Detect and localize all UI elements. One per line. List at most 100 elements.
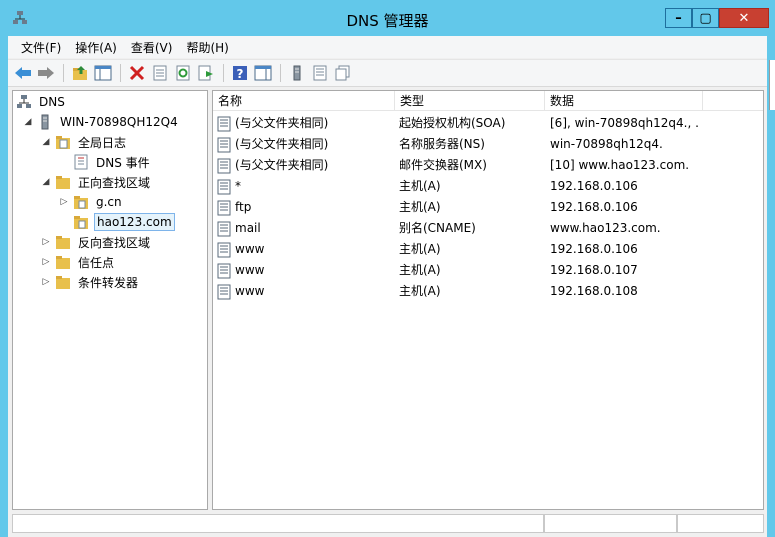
toolbar-separator: [120, 64, 121, 82]
record-icon: [217, 242, 231, 257]
tree-node-zone-hao123[interactable]: hao123.com: [73, 212, 175, 232]
tree-label: 条件转发器: [78, 275, 139, 290]
tree-node-dns[interactable]: DNS: [16, 92, 67, 112]
menu-view[interactable]: 查看(V): [124, 39, 180, 56]
server-icon: [293, 65, 301, 81]
up-one-level-button[interactable]: [69, 62, 91, 84]
folder-icon: [55, 174, 71, 190]
tree-node-server[interactable]: ◢ WIN-70898QH12Q4: [22, 112, 180, 132]
console-tree[interactable]: DNS ◢ WIN-70898QH12Q4 ◢ 全局日志 DNS 事件 ◢ 正向…: [12, 90, 208, 510]
delete-icon: [129, 65, 145, 81]
record-icon: [217, 116, 231, 131]
record-row[interactable]: (与父文件夹相同) 名称服务器(NS) win-70898qh12q4.: [213, 134, 763, 155]
expand-icon[interactable]: ▷: [40, 256, 52, 268]
status-bar: [12, 512, 764, 533]
column-data[interactable]: 数据: [545, 91, 703, 111]
record-name: mail: [235, 221, 261, 235]
close-button[interactable]: ✕: [719, 8, 769, 28]
record-data: 192.168.0.106: [550, 200, 638, 214]
record-row[interactable]: www 主机(A) 192.168.0.106: [213, 239, 763, 260]
minimize-icon: –: [675, 10, 682, 26]
record-icon: [217, 221, 231, 236]
forward-button[interactable]: [35, 62, 57, 84]
zone-list-button[interactable]: [309, 62, 331, 84]
record-icon: [217, 137, 231, 152]
show-hide-console-tree-button[interactable]: [92, 62, 114, 84]
expand-icon[interactable]: ▷: [40, 236, 52, 248]
zone-icon: [73, 194, 89, 210]
back-button[interactable]: [12, 62, 34, 84]
toolbar-separator: [280, 64, 281, 82]
close-icon: ✕: [738, 10, 750, 26]
tree-label: 反向查找区域: [78, 235, 151, 250]
folder-icon: [55, 234, 71, 250]
record-row[interactable]: (与父文件夹相同) 起始授权机构(SOA) [6], win-70898qh12…: [213, 113, 763, 134]
column-name[interactable]: 名称: [213, 91, 395, 111]
tree-node-conditional-forwarders[interactable]: ▷ 条件转发器: [40, 272, 140, 292]
copy-button[interactable]: [332, 62, 354, 84]
background-window: [769, 60, 775, 110]
column-type[interactable]: 类型: [395, 91, 545, 111]
tree-node-global-logs[interactable]: ◢ 全局日志: [40, 132, 128, 152]
tree-node-forward-lookup-zones[interactable]: ◢ 正向查找区域: [40, 172, 152, 192]
server-button[interactable]: [286, 62, 308, 84]
properties-button[interactable]: [149, 62, 171, 84]
status-segment-middle: [544, 514, 677, 533]
menu-file[interactable]: 文件(F): [14, 39, 68, 56]
up-folder-icon: [73, 66, 87, 80]
tree-label: hao123.com: [94, 213, 175, 231]
column-header: 名称 类型 数据: [213, 91, 763, 111]
expand-icon[interactable]: ▷: [40, 276, 52, 288]
refresh-button[interactable]: [172, 62, 194, 84]
back-arrow-icon: [15, 67, 31, 79]
help-icon: ?: [233, 66, 247, 81]
folder-icon: [55, 274, 71, 290]
copy-icon: [335, 65, 350, 81]
record-data: [6], win-70898qh12q4., ...: [550, 116, 700, 130]
tree-node-dns-events[interactable]: DNS 事件: [73, 152, 152, 172]
maximize-icon: ▢: [699, 10, 712, 26]
expand-icon[interactable]: ▷: [58, 196, 70, 208]
dns-root-icon: [16, 94, 32, 110]
zone-icon: [73, 214, 89, 230]
records-list[interactable]: 名称 类型 数据 (与父文件夹相同) 起始授权机构(SOA) [6], win-…: [212, 90, 764, 510]
collapse-icon[interactable]: ◢: [22, 116, 34, 128]
window-title: DNS 管理器: [346, 12, 429, 30]
record-name: (与父文件夹相同): [235, 158, 329, 172]
record-row[interactable]: (与父文件夹相同) 邮件交换器(MX) [10] www.hao123.com.: [213, 155, 763, 176]
toolbar-separator: [63, 64, 64, 82]
client-area: 文件(F) 操作(A) 查看(V) 帮助(H) ? DNS ◢ WIN-7089…: [8, 36, 775, 537]
record-type: 起始授权机构(SOA): [399, 116, 506, 130]
record-row[interactable]: * 主机(A) 192.168.0.106: [213, 176, 763, 197]
tree-label: 全局日志: [78, 135, 127, 150]
record-row[interactable]: ftp 主机(A) 192.168.0.106: [213, 197, 763, 218]
record-row[interactable]: www 主机(A) 192.168.0.107: [213, 260, 763, 281]
title-bar[interactable]: DNS 管理器 – ▢ ✕: [0, 0, 775, 36]
help-button[interactable]: ?: [229, 62, 251, 84]
record-row[interactable]: www 主机(A) 192.168.0.108: [213, 281, 763, 302]
toolbar-separator: [223, 64, 224, 82]
collapse-icon[interactable]: ◢: [40, 176, 52, 188]
tree-node-zone-g-cn[interactable]: ▷ g.cn: [58, 192, 124, 212]
menu-help[interactable]: 帮助(H): [179, 39, 235, 56]
record-data: 192.168.0.108: [550, 284, 638, 298]
minimize-button[interactable]: –: [665, 8, 692, 28]
properties-icon: [153, 65, 167, 81]
collapse-icon[interactable]: ◢: [40, 136, 52, 148]
record-data: 192.168.0.106: [550, 179, 638, 193]
record-type: 主机(A): [399, 242, 441, 256]
record-row[interactable]: mail 别名(CNAME) www.hao123.com.: [213, 218, 763, 239]
event-log-icon: [73, 154, 89, 170]
tree-node-trust-points[interactable]: ▷ 信任点: [40, 252, 116, 272]
server-icon: [37, 114, 53, 130]
menu-action[interactable]: 操作(A): [68, 39, 124, 56]
export-list-button[interactable]: [195, 62, 217, 84]
record-type: 主机(A): [399, 263, 441, 277]
delete-button[interactable]: [126, 62, 148, 84]
show-hide-action-pane-button[interactable]: [252, 62, 274, 84]
maximize-button[interactable]: ▢: [692, 8, 719, 28]
menu-bar: 文件(F) 操作(A) 查看(V) 帮助(H): [8, 36, 775, 58]
forward-arrow-icon: [38, 67, 54, 79]
tree-node-reverse-lookup-zones[interactable]: ▷ 反向查找区域: [40, 232, 152, 252]
status-segment-right: [677, 514, 764, 533]
